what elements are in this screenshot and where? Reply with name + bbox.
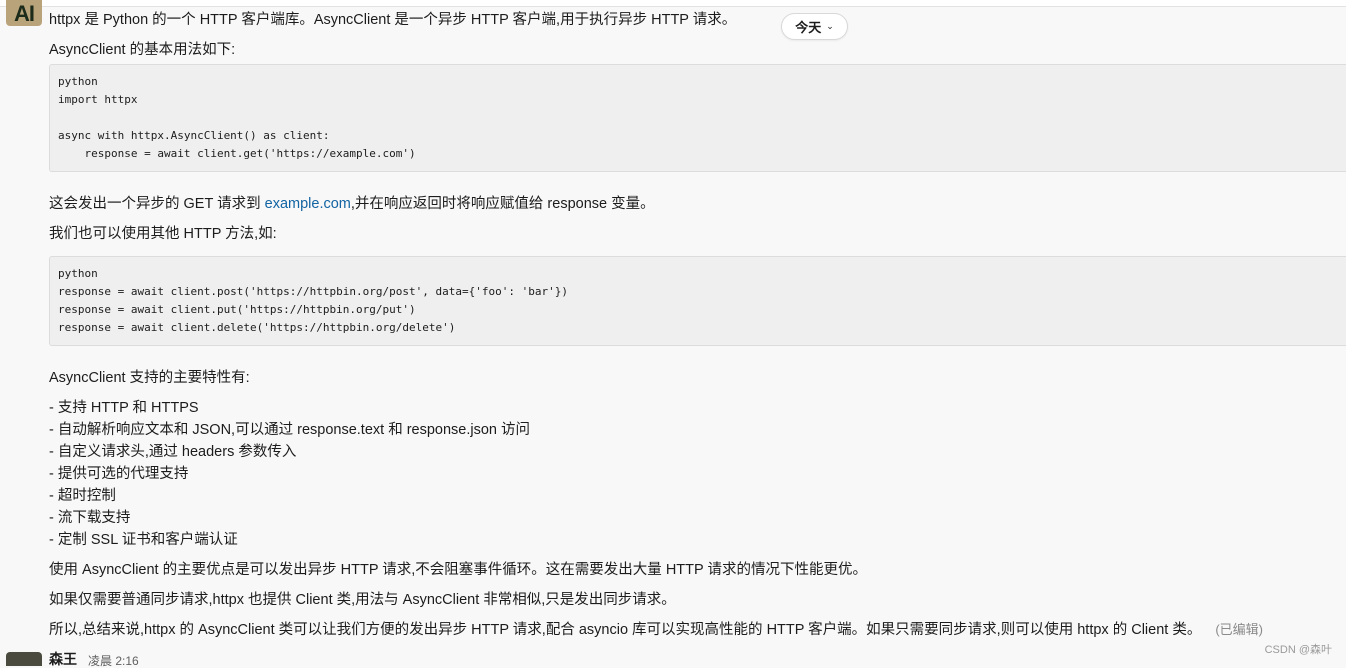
code-line: import httpx — [58, 93, 138, 106]
message-timestamp[interactable]: 凌晨 2:16 — [88, 654, 139, 668]
get-description: 这会发出一个异步的 GET 请求到 example.com,并在响应返回时将响应… — [49, 196, 655, 212]
author-name[interactable]: 森王 — [49, 651, 77, 667]
watermark: CSDN @森叶 — [1264, 644, 1332, 656]
sync-note-text: 如果仅需要普通同步请求,httpx 也提供 Client 类,用法与 Async… — [49, 592, 676, 608]
example-link[interactable]: example.com — [265, 196, 351, 212]
code-block: python import httpx async with httpx.Async… — [49, 64, 1346, 172]
code-line: async with httpx.AsyncClient() as client… — [58, 129, 330, 142]
code-line: python — [58, 75, 98, 88]
code-line: python — [58, 267, 98, 280]
top-bar — [0, 0, 1346, 7]
date-divider-label: 今天 — [795, 20, 822, 35]
advantage-text: 使用 AsyncClient 的主要优点是可以发出异步 HTTP 请求,不会阻塞… — [49, 562, 867, 578]
feature-item: - 流下载支持 — [49, 510, 131, 526]
summary-text: 所以,总结来说,httpx 的 AsyncClient 类可以让我们方便的发出异… — [49, 622, 1264, 638]
code-line: response = await client.delete('https://… — [58, 321, 456, 334]
avatar[interactable] — [6, 652, 42, 666]
code-block: python response = await client.post('http… — [49, 256, 1346, 346]
date-divider-button[interactable]: 今天 ⌄ — [781, 13, 848, 40]
feature-item: - 支持 HTTP 和 HTTPS — [49, 400, 199, 416]
avatar[interactable]: AI — [6, 0, 42, 26]
other-methods-text: 我们也可以使用其他 HTTP 方法,如: — [49, 226, 277, 242]
code-line: response = await client.get('https://exa… — [58, 147, 416, 160]
features-title: AsyncClient 支持的主要特性有: — [49, 370, 250, 386]
feature-item: - 定制 SSL 证书和客户端认证 — [49, 532, 238, 548]
intro-text: httpx 是 Python 的一个 HTTP 客户端库。AsyncClient… — [49, 12, 737, 28]
code-line: response = await client.post('https://ht… — [58, 285, 568, 298]
edited-label: (已编辑) — [1215, 622, 1264, 637]
feature-item: - 提供可选的代理支持 — [49, 466, 189, 482]
basic-usage-text: AsyncClient 的基本用法如下: — [49, 42, 236, 58]
code-line: response = await client.put('https://htt… — [58, 303, 416, 316]
feature-item: - 超时控制 — [49, 488, 116, 504]
feature-item: - 自动解析响应文本和 JSON,可以通过 response.text 和 re… — [49, 422, 531, 438]
feature-item: - 自定义请求头,通过 headers 参数传入 — [49, 444, 297, 460]
chevron-down-icon: ⌄ — [826, 21, 834, 31]
